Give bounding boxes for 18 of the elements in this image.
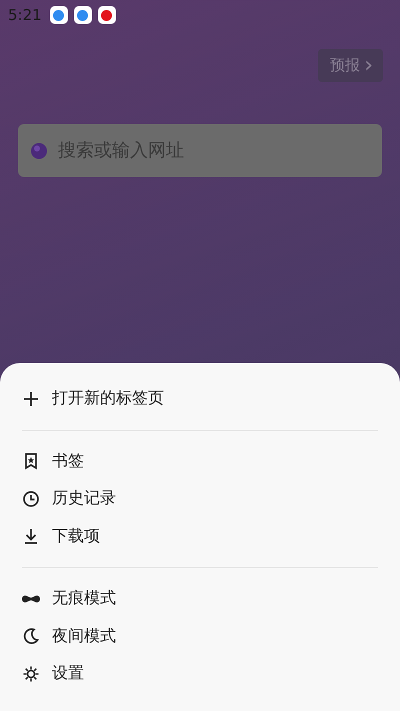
- notification-icon: [74, 6, 92, 24]
- menu-item[interactable]: 历史记录: [52, 488, 116, 510]
- menu-item[interactable]: 无痕模式: [52, 588, 116, 610]
- menu-item[interactable]: 夜间模式: [52, 626, 116, 647]
- browser-logo-icon: [30, 142, 48, 160]
- status-time: 5:21: [8, 6, 42, 24]
- moon-icon: [22, 627, 40, 646]
- gear-icon: [22, 664, 40, 683]
- notification-icon: [50, 6, 68, 24]
- clock-icon: [22, 490, 40, 508]
- menu-item[interactable]: 打开新的标签页: [52, 388, 164, 410]
- notification-icon: [98, 6, 116, 24]
- menu-item[interactable]: 设置: [52, 663, 84, 684]
- menu-item[interactable]: 书签: [52, 450, 84, 472]
- plus-icon: [22, 390, 40, 408]
- menu-item[interactable]: 下载项: [52, 526, 100, 547]
- bookmark-icon: [22, 452, 40, 470]
- download-icon: [22, 527, 40, 546]
